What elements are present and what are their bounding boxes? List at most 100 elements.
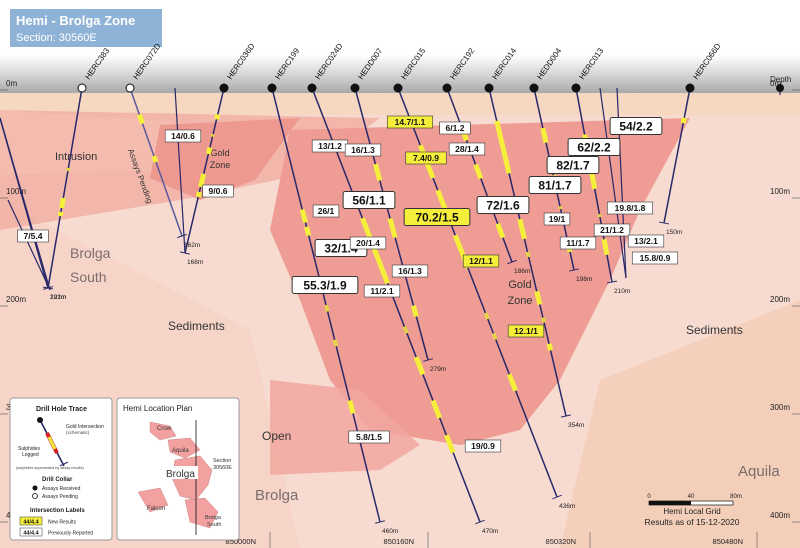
drill-collar-8 — [484, 83, 494, 93]
intersection-label-19: 21/1.2 — [600, 225, 624, 235]
drill-collar-11 — [685, 83, 695, 93]
depth-label-right-4: 400m — [770, 511, 790, 520]
intersection-label-17: 19/1 — [549, 214, 566, 224]
legend-assays-pending-symbol — [32, 493, 38, 499]
intersection-label-14: 56/1.1 — [352, 193, 386, 207]
intersection-segment-1 — [205, 146, 213, 155]
intersection-label-15: 70.2/1.5 — [415, 210, 459, 224]
legend: Drill Hole Trace Gold Intersection (sche… — [9, 397, 113, 541]
intersection-label-8: 7.4/0.9 — [413, 153, 439, 163]
intersection-label-4: 16/1.3 — [351, 145, 375, 155]
intersection-label-27: 55.3/1.9 — [303, 278, 347, 292]
drill-collar-4 — [307, 83, 317, 93]
intersection-label-30: 5.8/1.5 — [356, 432, 382, 442]
intersection-segment-33 — [57, 211, 64, 217]
brolga-label: Brolga — [255, 487, 299, 504]
intersection-segment-35 — [151, 155, 159, 163]
plan-brolga: Brolga — [166, 469, 195, 480]
drill-collar-5 — [350, 83, 360, 93]
intersection-label-10: 62/2.2 — [577, 140, 611, 154]
drill-collar-3 — [267, 83, 277, 93]
location-plan-title: Hemi Location Plan — [123, 404, 192, 413]
plan-section: Section 30560E — [213, 458, 232, 471]
minor-segment-0 — [324, 304, 330, 312]
minor-segment-4 — [483, 312, 490, 320]
intersection-label-20: 11/1.7 — [566, 238, 589, 248]
intersection-segment-25 — [540, 127, 549, 144]
drill-collar-2 — [219, 83, 229, 93]
legend-sulphides-note: (sulphides superseded by assay results) — [16, 466, 84, 470]
intersection-segment-5 — [304, 226, 312, 237]
sediments-right-label: Sediments — [686, 323, 743, 337]
drill-depth-label-9: 198m — [576, 276, 592, 283]
plan-aquila: Aquila — [172, 448, 189, 454]
northing-label-1: 850160N — [384, 537, 414, 546]
intersection-label-3: 13/1.2 — [318, 141, 342, 151]
intersection-segment-23 — [534, 290, 543, 306]
legend-assays-received: Assays Received — [42, 486, 81, 492]
intersection-label-5: 14.7/1.1 — [395, 117, 426, 127]
intersection-segment-24 — [546, 343, 554, 351]
intersection-segment-31 — [680, 117, 687, 124]
drill-depth-label-6: 436m — [559, 503, 575, 510]
intersection-label-9: 54/2.2 — [619, 119, 653, 133]
intersection-segment-13 — [410, 304, 419, 318]
intersection-label-11: 82/1.7 — [556, 158, 590, 172]
intersection-label-28: 11/2.1 — [370, 286, 393, 296]
intersection-label-12: 81/1.7 — [538, 178, 572, 192]
drill-collar-0 — [77, 83, 87, 93]
drill-depth-label-7: 186m — [514, 268, 530, 275]
minor-segment-2 — [402, 325, 409, 334]
intersection-segment-3 — [195, 191, 202, 198]
drill-collar-10 — [571, 83, 581, 93]
drill-depth-label-10: 210m — [614, 288, 630, 295]
depth-label-left-2: 200m — [6, 295, 26, 304]
depth-label-right-1: 100m — [770, 187, 790, 196]
legend-assays-pending: Assays Pending — [42, 494, 78, 500]
plan-brolga-south: Brolga South — [205, 515, 222, 528]
scale-end: 80m — [730, 494, 742, 500]
intersection-segment-0 — [214, 113, 221, 120]
legend-trace-collar — [37, 417, 43, 423]
intersection-label-16: 26/1 — [318, 206, 335, 216]
intersection-label-0: 14/0.6 — [171, 131, 195, 141]
minor-segment-10 — [597, 213, 602, 218]
legend-prev-reported: Previously Reported — [48, 531, 93, 537]
minor-segment-5 — [491, 332, 498, 341]
northing-label-3: 850480N — [713, 537, 743, 546]
intersection-label-21: 13/2.1 — [634, 236, 658, 246]
drill-depth-label-8: 354m — [568, 422, 584, 429]
diagram-subtitle: Section: 30560E — [16, 32, 97, 44]
results-note: Results as of 15-12-2020 — [645, 517, 740, 527]
intersection-segment-4 — [299, 208, 308, 224]
intersection-label-29: 12.1/1 — [514, 326, 538, 336]
section-diagram: Hemi - Brolga Zone Section: 30560E Depth… — [0, 0, 800, 548]
intersection-segment-6 — [347, 399, 356, 415]
scale-black-half — [649, 501, 691, 505]
legend-drill-collar-title: Drill Collar — [42, 477, 73, 483]
intersection-segment-32 — [59, 197, 66, 209]
intersection-segment-34 — [137, 113, 145, 125]
depth-label-left-1: 100m — [6, 187, 26, 196]
legend-new-sample: 44/4.4 — [23, 520, 39, 526]
intersection-label-26: 16/1.3 — [398, 266, 422, 276]
drill-depth-label-2: 168m — [187, 259, 203, 266]
drill-collar-1 — [125, 83, 135, 93]
drill-depth-label-12: 191m — [50, 294, 66, 301]
depth-label-right-3: 300m — [770, 403, 790, 412]
location-plan: Hemi Location Plan Crow Aquila Brolga Se… — [116, 397, 240, 541]
legend-drill-trace-title: Drill Hole Trace — [36, 406, 87, 413]
legend-intersection-labels-title: Intersection Labels — [30, 508, 85, 514]
depth-label-left-0: 0m — [6, 79, 17, 88]
intersection-label-25: 12/1.1 — [469, 256, 493, 266]
legend-new-results: New Results — [48, 520, 77, 526]
minor-segment-9 — [558, 205, 563, 210]
scale-caption: Hemi Local Grid — [663, 507, 720, 516]
intersection-label-7: 28/1.4 — [455, 144, 479, 154]
plan-falcon: Falcon — [147, 506, 165, 512]
intersection-label-31: 19/0.9 — [471, 441, 495, 451]
intersection-label-18: 19.8/1.8 — [615, 203, 646, 213]
intersection-label-2: 7/5.4 — [24, 231, 43, 241]
sediments-left-label: Sediments — [168, 319, 225, 333]
drill-depth-label-5: 279m — [430, 366, 446, 373]
